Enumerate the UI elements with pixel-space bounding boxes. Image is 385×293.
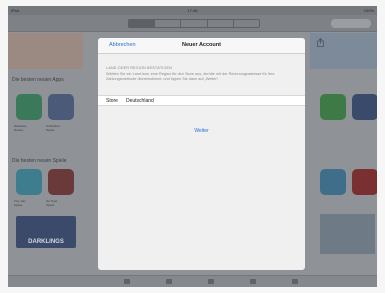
sheet-header: Abbrechen Neuer Account	[98, 38, 305, 54]
next-button[interactable]: Weiter	[98, 128, 305, 134]
app-category: Spiele	[46, 128, 55, 132]
status-bar: iPad 17:46 100%	[8, 6, 377, 15]
sheet-title: Neuer Account	[182, 42, 221, 48]
region-heading: Land oder Region bestätigen	[106, 66, 172, 70]
app-caption: Weltreise Reisen	[14, 124, 42, 132]
store-country-row[interactable]: Store Deutschland	[98, 95, 305, 106]
app-caption: Tiny Jam Spiele	[14, 199, 42, 207]
tab-updates-icon[interactable]	[292, 279, 298, 284]
store-label: Store	[106, 98, 118, 104]
app-icon[interactable]	[16, 94, 42, 120]
segment-featured[interactable]	[129, 20, 156, 27]
app-icon[interactable]	[48, 169, 74, 195]
feature-banner-left[interactable]	[8, 33, 83, 69]
tab-charts-icon[interactable]	[166, 279, 172, 284]
game-banner[interactable]: DARKLINGS	[16, 216, 76, 248]
search-field[interactable]	[331, 19, 371, 28]
app-icon[interactable]	[16, 169, 42, 195]
segment-5[interactable]	[234, 20, 259, 27]
share-icon[interactable]	[316, 38, 325, 47]
region-description: Wählen Sie ein Land bzw. eine Region für…	[106, 72, 275, 81]
store-country-value: Deutschland	[126, 98, 154, 104]
section-title-apps: Die besten neuen Apps	[12, 77, 64, 83]
ipad-bezel: iPad 17:46 100% Die besten neuen Apps We…	[0, 0, 385, 293]
app-category: Spiele	[46, 203, 55, 207]
store-navbar	[8, 15, 377, 32]
app-caption: Civilization Spiele	[46, 124, 74, 132]
bottom-banner-tile[interactable]	[320, 214, 375, 254]
clock: 17:46	[187, 8, 198, 13]
app-icon[interactable]	[352, 94, 377, 120]
app-icon[interactable]	[320, 94, 346, 120]
segment-3[interactable]	[181, 20, 208, 27]
app-category: Spiele	[14, 203, 23, 207]
carrier-label: iPad	[11, 8, 20, 13]
tab-featured-icon[interactable]	[124, 279, 130, 284]
tab-purchased-icon[interactable]	[250, 279, 256, 284]
app-icon[interactable]	[320, 169, 346, 195]
segment-2[interactable]	[155, 20, 182, 27]
app-icon[interactable]	[48, 94, 74, 120]
tab-explore-icon[interactable]	[208, 279, 214, 284]
segment-4[interactable]	[208, 20, 234, 27]
section-title-games: Die besten neuen Spiele	[12, 158, 67, 164]
new-account-sheet: Abbrechen Neuer Account Land oder Region…	[98, 38, 305, 270]
app-category: Reisen	[14, 128, 24, 132]
battery-indicator: 100%	[363, 8, 374, 13]
category-segmented-control[interactable]	[128, 19, 260, 28]
tab-bar	[8, 275, 377, 287]
app-caption: Go Tiger Spiele	[46, 199, 74, 207]
game-banner-title: DARKLINGS	[28, 239, 64, 245]
app-icon[interactable]	[352, 169, 377, 195]
